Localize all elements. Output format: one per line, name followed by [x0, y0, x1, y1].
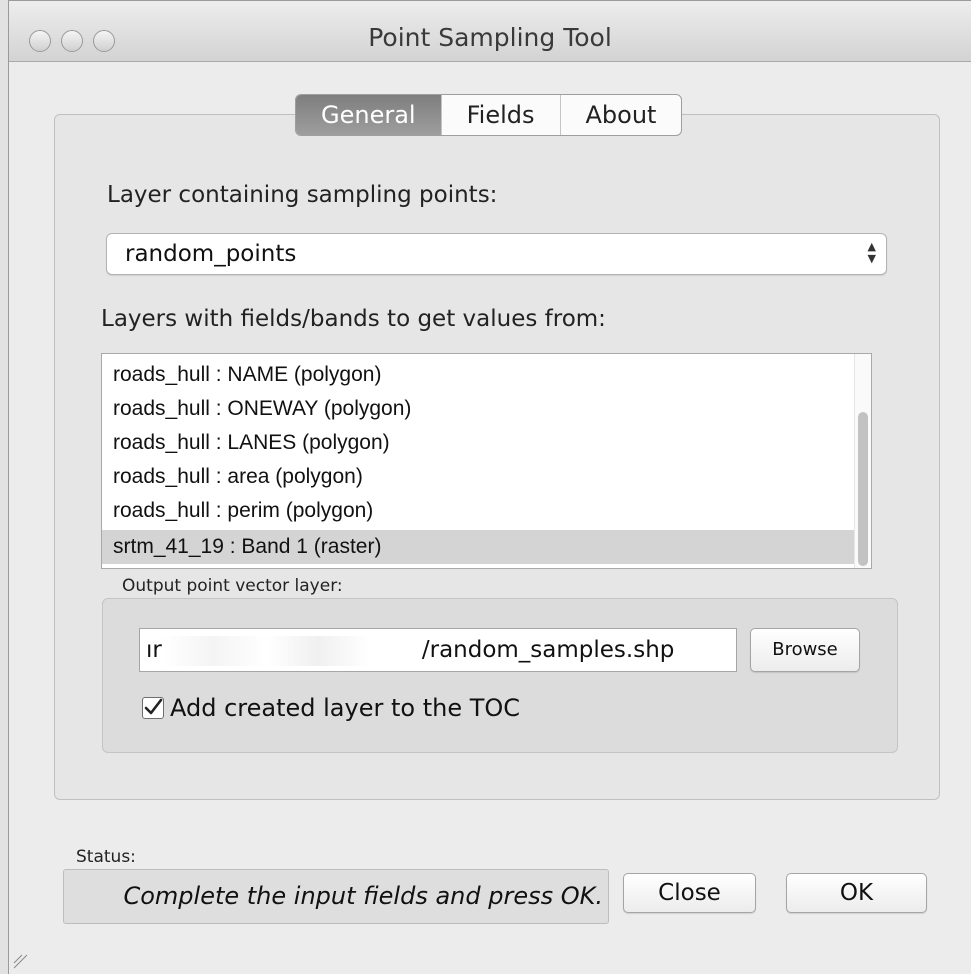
fields-layers-label: Layers with fields/bands to get values f…	[101, 306, 606, 332]
output-path-prefix: ır	[146, 637, 162, 663]
list-item[interactable]: roads_hull : LANES (polygon)	[102, 426, 862, 460]
checkmark-icon	[144, 698, 163, 715]
status-text: Complete the input fields and press OK.	[123, 882, 603, 910]
output-group-label: Output point vector layer:	[122, 576, 343, 596]
window-title: Point Sampling Tool	[368, 23, 612, 52]
add-to-toc-checkbox-row[interactable]: Add created layer to the TOC	[142, 690, 520, 726]
list-scrollbar[interactable]	[854, 354, 871, 568]
output-group	[102, 598, 898, 753]
ok-button[interactable]: OK	[786, 873, 927, 913]
list-item[interactable]: roads_hull : area (polygon)	[102, 460, 862, 494]
redacted-path-segment	[161, 635, 422, 666]
dialog-window: Point Sampling Tool General Fields About…	[8, 0, 971, 974]
updown-arrows-icon: ▲ ▼	[867, 240, 876, 265]
status-label: Status:	[76, 847, 136, 867]
list-item[interactable]: roads_hull : perim (polygon)	[102, 494, 862, 528]
output-path-input[interactable]: ır/random_samples.shp	[139, 628, 737, 672]
title-bar[interactable]: Point Sampling Tool	[9, 1, 971, 62]
fields-list[interactable]: roads_hull : NAME (polygon) roads_hull :…	[101, 353, 872, 569]
status-box: Complete the input fields and press OK.	[63, 869, 609, 924]
close-button[interactable]: Close	[623, 873, 756, 913]
list-item[interactable]: roads_hull : ONEWAY (polygon)	[102, 392, 862, 426]
tab-bar: General Fields About	[295, 94, 683, 136]
list-item[interactable]: roads_hull : NAME (polygon)	[102, 358, 862, 392]
tab-general[interactable]: General	[296, 95, 442, 135]
add-to-toc-checkbox[interactable]	[142, 697, 164, 719]
browse-button[interactable]: Browse	[750, 628, 860, 672]
list-item-selected[interactable]: srtm_41_19 : Band 1 (raster)	[102, 530, 862, 564]
sampling-layer-label: Layer containing sampling points:	[107, 182, 498, 208]
output-path-suffix: /random_samples.shp	[421, 637, 675, 663]
tab-about[interactable]: About	[561, 95, 682, 135]
add-to-toc-label: Add created layer to the TOC	[170, 694, 521, 722]
scrollbar-thumb[interactable]	[858, 412, 868, 566]
sampling-layer-select[interactable]: random_points ▲ ▼	[106, 233, 887, 275]
tab-fields[interactable]: Fields	[442, 95, 561, 135]
sampling-layer-value: random_points	[125, 241, 297, 267]
resize-grip-icon[interactable]	[13, 954, 29, 970]
